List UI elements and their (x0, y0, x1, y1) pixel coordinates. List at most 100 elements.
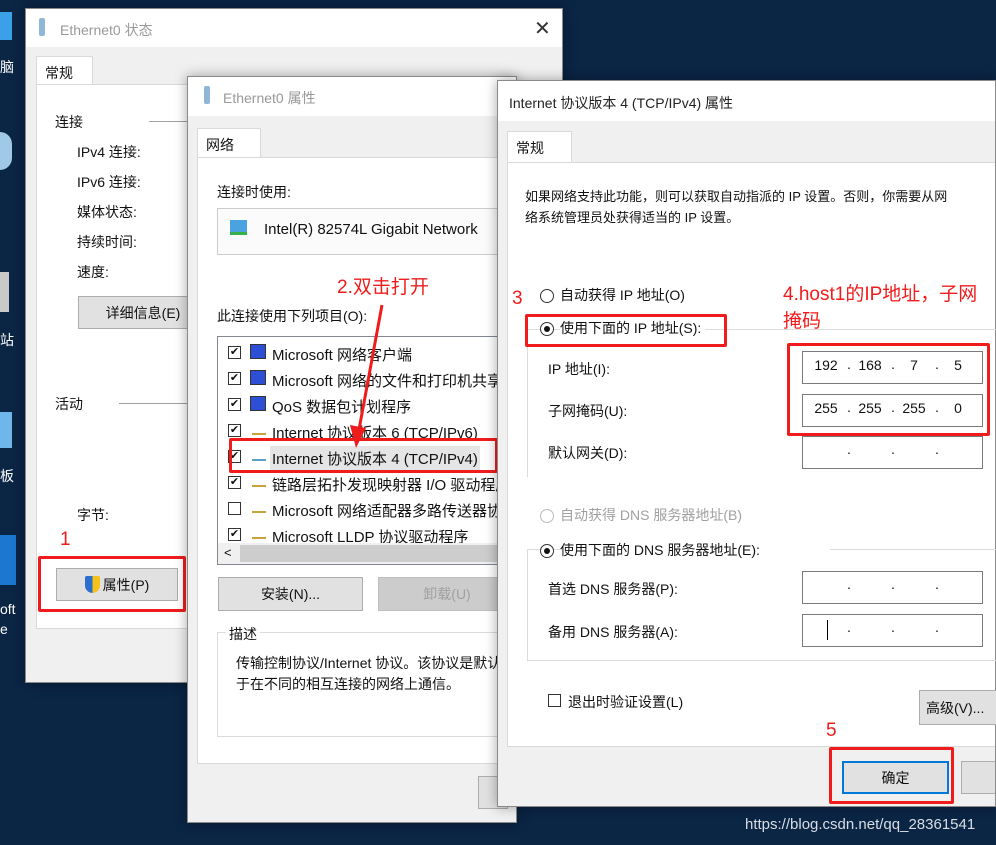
preferred-dns-label: 首选 DNS 服务器(P): (548, 581, 678, 597)
desktop-icon-label[interactable]: e (0, 621, 8, 637)
item-checkbox[interactable] (228, 502, 241, 515)
connect-using-label: 连接时使用: (217, 184, 291, 200)
globe-icon (0, 132, 12, 170)
scroll-left-icon[interactable]: < (224, 545, 232, 560)
window-title: Internet 协议版本 4 (TCP/IPv4) 属性 (509, 95, 734, 111)
duration-label: 持续时间: (77, 234, 137, 250)
octet-separator: . (935, 619, 939, 635)
protocol-icon (252, 433, 266, 435)
recycle-bin-icon (0, 272, 9, 312)
tab-networking[interactable]: 网络 (197, 128, 261, 158)
window-title: Ethernet0 状态 (60, 22, 153, 38)
desktop-icon-label[interactable]: oft (0, 601, 16, 617)
auto-ip-label[interactable]: 自动获得 IP 地址(O) (560, 285, 685, 305)
annotation-box-ipv4-item (229, 438, 498, 473)
ipv6-connection-label: IPv6 连接: (77, 174, 141, 190)
manual-dns-radio[interactable] (540, 544, 554, 558)
auto-ip-radio[interactable] (540, 289, 554, 303)
intro-text: 络系统管理员处获得适当的 IP 设置。 (525, 210, 740, 225)
octet-separator: . (891, 619, 895, 635)
octet-separator: . (935, 441, 939, 457)
annotation-step-4: 4.host1的IP地址，子网掩码 (783, 284, 978, 332)
tab-panel: 如果网络支持此功能，则可以获取自动指派的 IP 设置。否则，你需要从网 络系统管… (507, 162, 996, 747)
desktop-icon-label[interactable]: 板 (0, 466, 14, 486)
item-label: 链路层拓扑发现映射器 I/O 驱动程序 (272, 477, 511, 494)
tab-general[interactable]: 常规 (36, 56, 93, 86)
octet-separator: . (891, 441, 895, 457)
title-bar[interactable]: Ethernet0 状态 ✕ (26, 9, 562, 47)
gateway-field[interactable]: ... (802, 436, 983, 469)
media-state-label: 媒体状态: (77, 204, 137, 220)
control-panel-icon (0, 412, 12, 448)
annotation-step-5: 5 (826, 720, 837, 741)
protocol-icon (252, 485, 266, 487)
tab-general[interactable]: 常规 (507, 131, 572, 163)
intro-text: 如果网络支持此功能，则可以获取自动指派的 IP 设置。否则，你需要从网 (525, 189, 948, 204)
item-checkbox[interactable]: ✔ (228, 528, 241, 541)
title-bar[interactable]: Internet 协议版本 4 (TCP/IPv4) 属性 (498, 81, 995, 121)
auto-dns-label: 自动获得 DNS 服务器地址(B) (560, 507, 742, 523)
computer-icon (250, 396, 266, 411)
horizontal-scrollbar[interactable]: < (218, 543, 516, 564)
item-checkbox[interactable]: ✔ (228, 398, 241, 411)
annotation-box-properties (38, 556, 186, 612)
install-button[interactable]: 安装(N)... (218, 577, 363, 611)
annotation-box-ip-mask (787, 343, 990, 436)
advanced-button[interactable]: 高级(V)... (919, 690, 996, 725)
network-adapter-icon (230, 220, 247, 235)
computer-icon (250, 370, 266, 385)
cancel-button[interactable]: 取消 (961, 761, 995, 794)
ipv4-properties-window: Internet 协议版本 4 (TCP/IPv4) 属性 常规 如果网络支持此… (497, 80, 996, 807)
alternate-dns-field[interactable]: ... (802, 614, 983, 647)
adapter-box: Intel(R) 82574L Gigabit Network (217, 208, 517, 255)
list-item[interactable]: Microsoft 网络适配器多路传送器协议 (218, 497, 518, 521)
window-title: Ethernet0 属性 (223, 90, 316, 106)
watermark: https://blog.csdn.net/qq_28361541 (745, 816, 976, 833)
annotation-box-manual-ip (525, 314, 727, 347)
protocol-icon (252, 511, 266, 513)
ip-address-label: IP 地址(I): (548, 361, 610, 377)
ethernet-icon (39, 18, 45, 36)
ip-group-left (527, 329, 528, 477)
annotation-arrow (350, 304, 384, 448)
annotation-step-2: 2.双击打开 (337, 277, 429, 298)
bytes-label: 字节: (77, 507, 109, 523)
connection-header: 连接 (55, 114, 83, 130)
octet-separator: . (847, 576, 851, 592)
edge-icon (0, 535, 16, 585)
ipv4-connection-label: IPv4 连接: (77, 144, 141, 160)
description-text: 于在不同的相互连接的网络上通信。 (236, 676, 460, 692)
network-client-icon (250, 344, 266, 359)
octet-separator: . (847, 441, 851, 457)
speed-label: 速度: (77, 264, 109, 280)
description-header: 描述 (226, 624, 260, 644)
activity-header: 活动 (55, 396, 83, 412)
desktop-icon-label[interactable]: 脑 (0, 57, 14, 77)
item-checkbox[interactable]: ✔ (228, 372, 241, 385)
item-label: Microsoft 网络适配器多路传送器协议 (272, 503, 518, 520)
validate-label[interactable]: 退出时验证设置(L) (568, 692, 683, 712)
ethernet-icon (204, 86, 210, 104)
item-checkbox[interactable]: ✔ (228, 424, 241, 437)
item-checkbox[interactable]: ✔ (228, 346, 241, 359)
annotation-step-1: 1 (60, 529, 71, 550)
scrollbar-thumb[interactable] (240, 545, 510, 562)
manual-dns-label[interactable]: 使用下面的 DNS 服务器地址(E): (560, 540, 830, 560)
desktop-icon-label[interactable]: 站 (0, 330, 14, 350)
item-checkbox[interactable]: ✔ (228, 476, 241, 489)
alternate-dns-label: 备用 DNS 服务器(A): (548, 624, 678, 640)
preferred-dns-field[interactable]: ... (802, 571, 983, 604)
list-item[interactable]: ✔ 链路层拓扑发现映射器 I/O 驱动程序 (218, 471, 516, 495)
annotation-box-ok (829, 747, 954, 804)
adapter-name: Intel(R) 82574L Gigabit Network (264, 221, 478, 238)
protocol-icon (252, 537, 266, 539)
close-icon[interactable]: ✕ (534, 16, 551, 41)
title-bar[interactable]: Ethernet0 属性 (188, 77, 516, 116)
subnet-mask-label: 子网掩码(U): (548, 403, 628, 419)
octet-separator: . (891, 576, 895, 592)
octet-separator: . (847, 619, 851, 635)
monitor-icon (0, 12, 12, 40)
annotation-step-3: 3 (512, 288, 523, 309)
validate-checkbox[interactable] (548, 694, 561, 707)
text-caret (827, 620, 828, 640)
